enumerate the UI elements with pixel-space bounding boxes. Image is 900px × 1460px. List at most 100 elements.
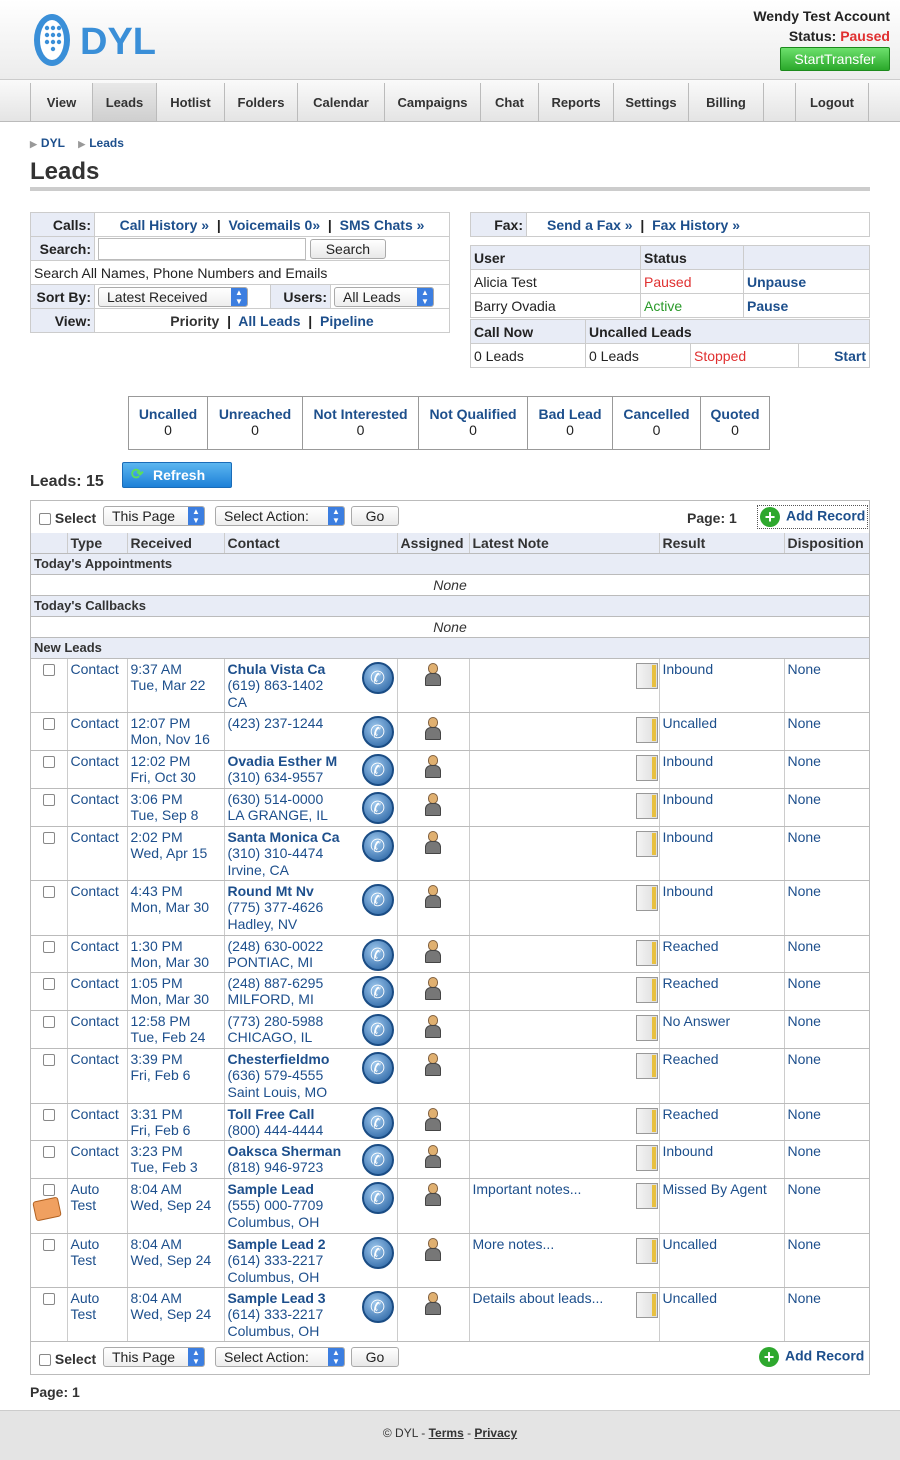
person-icon[interactable] bbox=[423, 976, 443, 1001]
col-latest-note[interactable]: Latest Note bbox=[469, 533, 660, 554]
call-phone-icon[interactable]: ✆ bbox=[361, 1290, 394, 1323]
this-page-select-bottom[interactable]: This Page ▲ ▼ bbox=[103, 1347, 205, 1367]
call-phone-icon[interactable]: ✆ bbox=[361, 1051, 394, 1084]
add-record-button[interactable]: + Add Record bbox=[757, 505, 869, 529]
note-icon[interactable] bbox=[635, 939, 658, 966]
note-icon[interactable] bbox=[635, 1107, 658, 1134]
row-checkbox[interactable] bbox=[42, 1145, 55, 1158]
fax-history-link[interactable]: Fax History » bbox=[652, 217, 740, 233]
view-all-leads[interactable]: All Leads bbox=[238, 313, 300, 329]
row-checkbox[interactable] bbox=[42, 1238, 55, 1251]
call-phone-icon[interactable]: ✆ bbox=[361, 1106, 394, 1139]
terms-link[interactable]: Terms bbox=[429, 1426, 464, 1440]
nav-tab-logout[interactable]: Logout bbox=[796, 83, 869, 121]
person-icon[interactable] bbox=[423, 1052, 443, 1077]
note-icon[interactable] bbox=[635, 754, 658, 781]
row-checkbox[interactable] bbox=[42, 717, 55, 730]
row-checkbox[interactable] bbox=[42, 940, 55, 953]
call-phone-icon[interactable]: ✆ bbox=[361, 791, 394, 824]
call-phone-icon[interactable]: ✆ bbox=[361, 661, 394, 694]
sortby-select[interactable]: Latest Received ▲ ▼ bbox=[98, 286, 248, 307]
dyl-logo[interactable]: DYL bbox=[30, 10, 160, 70]
row-checkbox[interactable] bbox=[42, 885, 55, 898]
call-phone-icon[interactable]: ✆ bbox=[361, 883, 394, 916]
call-phone-icon[interactable]: ✆ bbox=[361, 1013, 394, 1046]
note-icon[interactable] bbox=[635, 1237, 658, 1264]
view-pipeline[interactable]: Pipeline bbox=[320, 313, 374, 329]
call-phone-icon[interactable]: ✆ bbox=[361, 975, 394, 1008]
stage-unreached[interactable]: Unreached 0 bbox=[208, 397, 303, 449]
row-checkbox[interactable] bbox=[42, 1053, 55, 1066]
person-icon[interactable] bbox=[423, 754, 443, 779]
note-icon[interactable] bbox=[635, 716, 658, 743]
row-checkbox[interactable] bbox=[42, 977, 55, 990]
row-checkbox[interactable] bbox=[42, 1015, 55, 1028]
note-icon[interactable] bbox=[635, 884, 658, 911]
row-checkbox[interactable] bbox=[42, 1292, 55, 1305]
row-checkbox[interactable] bbox=[42, 831, 55, 844]
stage-quoted[interactable]: Quoted 0 bbox=[701, 397, 769, 449]
call-history-link[interactable]: Call History » bbox=[120, 217, 209, 233]
note-icon[interactable] bbox=[635, 1144, 658, 1171]
person-icon[interactable] bbox=[423, 662, 443, 687]
stage-not-interested[interactable]: Not Interested 0 bbox=[303, 397, 419, 449]
call-phone-icon[interactable]: ✆ bbox=[361, 1143, 394, 1176]
col-disposition[interactable]: Disposition bbox=[784, 533, 869, 554]
person-icon[interactable] bbox=[423, 1291, 443, 1316]
add-record-button-bottom[interactable]: + Add Record bbox=[759, 1347, 864, 1367]
notebook-icon[interactable] bbox=[32, 1196, 62, 1222]
call-phone-icon[interactable]: ✆ bbox=[361, 829, 394, 862]
view-priority[interactable]: Priority bbox=[170, 313, 219, 329]
breadcrumb-dyl[interactable]: DYL bbox=[41, 136, 65, 150]
note-icon[interactable] bbox=[635, 1182, 658, 1209]
this-page-select[interactable]: This Page ▲ ▼ bbox=[103, 506, 205, 526]
call-phone-icon[interactable]: ✆ bbox=[361, 753, 394, 786]
stage-not-qualified[interactable]: Not Qualified 0 bbox=[419, 397, 528, 449]
send-fax-link[interactable]: Send a Fax » bbox=[547, 217, 633, 233]
person-icon[interactable] bbox=[423, 1237, 443, 1262]
person-icon[interactable] bbox=[423, 1182, 443, 1207]
nav-tab-folders[interactable]: Folders bbox=[225, 83, 298, 121]
stage-bad-lead[interactable]: Bad Lead 0 bbox=[528, 397, 613, 449]
stage-cancelled[interactable]: Cancelled 0 bbox=[613, 397, 701, 449]
call-phone-icon[interactable]: ✆ bbox=[361, 938, 394, 971]
note-icon[interactable] bbox=[635, 792, 658, 819]
row-checkbox[interactable] bbox=[42, 1183, 55, 1196]
privacy-link[interactable]: Privacy bbox=[474, 1426, 517, 1440]
select-all-checkbox[interactable] bbox=[39, 513, 51, 526]
nav-tab-reports[interactable]: Reports bbox=[539, 83, 614, 121]
select-action-select[interactable]: Select Action: ▲ ▼ bbox=[215, 506, 345, 526]
col-assigned[interactable]: Assigned bbox=[397, 533, 470, 554]
refresh-button[interactable]: ⟳ Refresh bbox=[122, 462, 232, 488]
person-icon[interactable] bbox=[423, 1144, 443, 1169]
note-icon[interactable] bbox=[635, 830, 658, 857]
call-phone-icon[interactable]: ✆ bbox=[361, 715, 394, 748]
row-checkbox[interactable] bbox=[42, 1108, 55, 1121]
nav-tab-hotlist[interactable]: Hotlist bbox=[157, 83, 225, 121]
call-phone-icon[interactable]: ✆ bbox=[361, 1181, 394, 1214]
select-action-select-bottom[interactable]: Select Action: ▲ ▼ bbox=[215, 1347, 345, 1367]
stage-uncalled[interactable]: Uncalled 0 bbox=[129, 397, 208, 449]
nav-tab-billing[interactable]: Billing bbox=[689, 83, 764, 121]
pause-link[interactable]: Pause bbox=[747, 298, 788, 314]
sms-chats-link[interactable]: SMS Chats » bbox=[340, 217, 425, 233]
nav-tab-chat[interactable]: Chat bbox=[481, 83, 539, 121]
go-button[interactable]: Go bbox=[351, 506, 399, 526]
nav-tab-blank[interactable] bbox=[764, 83, 796, 121]
search-input[interactable] bbox=[98, 237, 306, 260]
unpause-link[interactable]: Unpause bbox=[747, 274, 806, 290]
person-icon[interactable] bbox=[423, 1014, 443, 1039]
person-icon[interactable] bbox=[423, 939, 443, 964]
person-icon[interactable] bbox=[423, 830, 443, 855]
row-checkbox[interactable] bbox=[42, 663, 55, 676]
row-checkbox[interactable] bbox=[42, 793, 55, 806]
note-icon[interactable] bbox=[635, 1291, 658, 1318]
search-button[interactable]: Search bbox=[309, 238, 386, 259]
start-link[interactable]: Start bbox=[834, 348, 866, 364]
note-icon[interactable] bbox=[635, 662, 658, 689]
voicemails-link[interactable]: Voicemails 0» bbox=[229, 217, 321, 233]
col-type[interactable]: Type bbox=[67, 533, 128, 554]
nav-tab-view[interactable]: View bbox=[31, 83, 93, 121]
nav-tab-campaigns[interactable]: Campaigns bbox=[385, 83, 481, 121]
col-received[interactable]: Received bbox=[127, 533, 225, 554]
